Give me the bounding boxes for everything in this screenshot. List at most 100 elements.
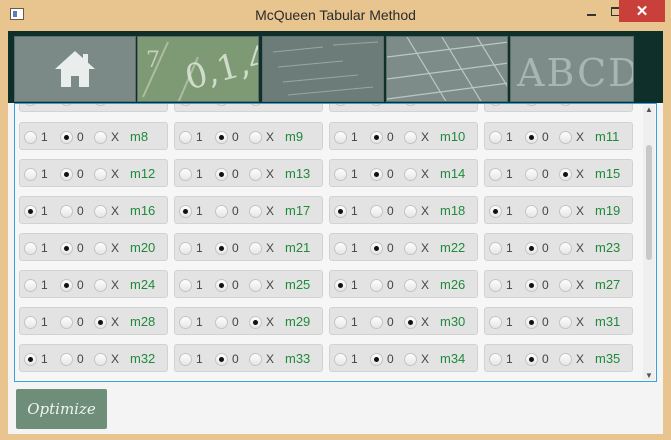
radio-option-x[interactable]: X — [249, 203, 274, 219]
radio-button[interactable] — [489, 104, 502, 106]
radio-button[interactable] — [94, 104, 107, 106]
radio-button[interactable] — [525, 315, 538, 329]
radio-button[interactable] — [94, 278, 107, 292]
radio-button[interactable] — [60, 241, 73, 255]
radio-button[interactable] — [94, 315, 107, 329]
radio-button[interactable] — [179, 315, 192, 329]
radio-option-0[interactable]: 0 — [215, 277, 239, 293]
radio-option-x[interactable]: X — [559, 104, 584, 107]
radio-option-x[interactable]: X — [559, 129, 584, 145]
radio-button[interactable] — [404, 352, 417, 366]
radio-option-0[interactable]: 0 — [60, 203, 84, 219]
radio-option-x[interactable]: X — [559, 314, 584, 330]
radio-option-x[interactable]: X — [404, 277, 429, 293]
radio-button[interactable] — [525, 352, 538, 366]
close-button[interactable]: ✕ — [619, 0, 665, 22]
radio-button[interactable] — [24, 241, 37, 255]
radio-option-1[interactable]: 1 — [24, 240, 48, 256]
radio-button[interactable] — [559, 278, 572, 292]
radio-option-x[interactable]: X — [94, 277, 119, 293]
radio-option-x[interactable]: X — [94, 104, 119, 107]
radio-option-0[interactable]: 0 — [60, 166, 84, 182]
radio-option-x[interactable]: X — [559, 203, 584, 219]
radio-option-1[interactable]: 1 — [24, 129, 48, 145]
radio-option-1[interactable]: 1 — [24, 166, 48, 182]
radio-button[interactable] — [370, 204, 383, 218]
radio-button[interactable] — [60, 130, 73, 144]
radio-button[interactable] — [525, 167, 538, 181]
radio-button[interactable] — [249, 204, 262, 218]
radio-option-0[interactable]: 0 — [525, 351, 549, 367]
radio-button[interactable] — [334, 130, 347, 144]
radio-button[interactable] — [24, 204, 37, 218]
radio-option-1[interactable]: 1 — [489, 129, 513, 145]
numbers-button[interactable]: 0,1,4 7 — [137, 36, 259, 102]
radio-button[interactable] — [249, 352, 262, 366]
radio-option-x[interactable]: X — [249, 277, 274, 293]
radio-option-1[interactable]: 1 — [334, 314, 358, 330]
radio-option-0[interactable]: 0 — [525, 314, 549, 330]
radio-option-x[interactable]: X — [249, 129, 274, 145]
radio-option-0[interactable]: 0 — [215, 129, 239, 145]
radio-button[interactable] — [249, 278, 262, 292]
radio-button[interactable] — [489, 352, 502, 366]
radio-button[interactable] — [404, 241, 417, 255]
radio-button[interactable] — [215, 241, 228, 255]
radio-option-1[interactable]: 1 — [179, 277, 203, 293]
radio-option-1[interactable]: 1 — [489, 166, 513, 182]
radio-option-x[interactable]: X — [404, 104, 429, 107]
radio-button[interactable] — [179, 130, 192, 144]
radio-button[interactable] — [559, 241, 572, 255]
radio-option-x[interactable]: X — [94, 314, 119, 330]
radio-button[interactable] — [94, 130, 107, 144]
radio-option-0[interactable]: 0 — [525, 240, 549, 256]
radio-button[interactable] — [94, 167, 107, 181]
radio-option-1[interactable]: 1 — [489, 277, 513, 293]
radio-option-0[interactable]: 0 — [370, 203, 394, 219]
minterm-panel[interactable]: 1 0 Xm4 1 0 Xm5 1 0 Xm6 1 0 Xm7 1 0 Xm8 1 0 Xm9 1 0 Xm10 1 0 Xm… — [14, 103, 657, 382]
radio-button[interactable] — [489, 167, 502, 181]
radio-button[interactable] — [215, 352, 228, 366]
radio-button[interactable] — [525, 278, 538, 292]
radio-option-x[interactable]: X — [94, 129, 119, 145]
radio-option-0[interactable]: 0 — [525, 166, 549, 182]
radio-button[interactable] — [24, 278, 37, 292]
radio-button[interactable] — [334, 315, 347, 329]
optimize-button[interactable]: Optimize — [16, 389, 107, 429]
radio-button[interactable] — [489, 278, 502, 292]
radio-button[interactable] — [334, 241, 347, 255]
radio-button[interactable] — [404, 315, 417, 329]
radio-button[interactable] — [559, 204, 572, 218]
radio-button[interactable] — [370, 104, 383, 106]
radio-button[interactable] — [559, 352, 572, 366]
radio-button[interactable] — [559, 104, 572, 106]
radio-button[interactable] — [60, 104, 73, 106]
radio-button[interactable] — [334, 352, 347, 366]
radio-button[interactable] — [179, 352, 192, 366]
radio-button[interactable] — [94, 204, 107, 218]
radio-option-0[interactable]: 0 — [215, 351, 239, 367]
radio-button[interactable] — [60, 204, 73, 218]
radio-button[interactable] — [370, 167, 383, 181]
radio-option-x[interactable]: X — [249, 351, 274, 367]
letters-button[interactable]: ABCD — [510, 36, 634, 102]
radio-option-1[interactable]: 1 — [334, 129, 358, 145]
radio-option-0[interactable]: 0 — [370, 351, 394, 367]
radio-button[interactable] — [249, 104, 262, 106]
radio-button[interactable] — [94, 241, 107, 255]
radio-button[interactable] — [60, 278, 73, 292]
radio-button[interactable] — [334, 278, 347, 292]
radio-button[interactable] — [249, 315, 262, 329]
radio-option-0[interactable]: 0 — [60, 240, 84, 256]
radio-option-0[interactable]: 0 — [215, 240, 239, 256]
radio-button[interactable] — [215, 315, 228, 329]
radio-button[interactable] — [489, 241, 502, 255]
radio-button[interactable] — [334, 167, 347, 181]
radio-option-x[interactable]: X — [249, 166, 274, 182]
radio-option-x[interactable]: X — [94, 166, 119, 182]
radio-button[interactable] — [60, 167, 73, 181]
radio-button[interactable] — [215, 130, 228, 144]
radio-option-1[interactable]: 1 — [334, 240, 358, 256]
radio-button[interactable] — [370, 352, 383, 366]
radio-button[interactable] — [559, 167, 572, 181]
